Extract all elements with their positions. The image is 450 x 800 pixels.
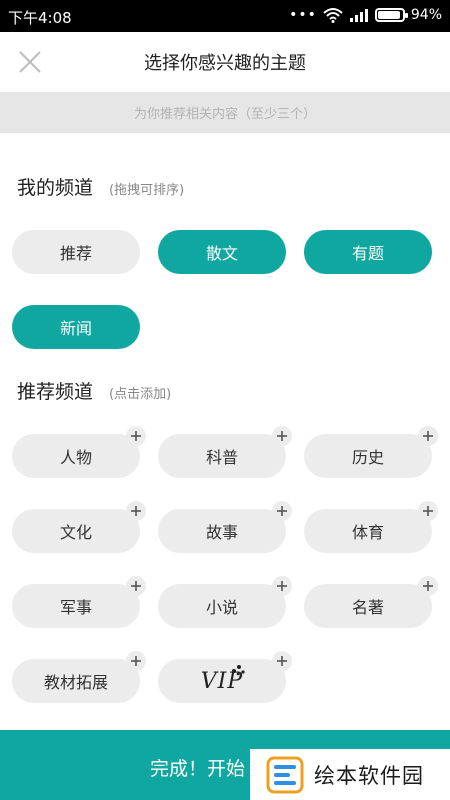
add-icon[interactable] xyxy=(126,651,146,671)
chip-label: 科普 xyxy=(205,448,238,467)
my-channels-heading: 我的频道 (拖拽可排序) xyxy=(17,173,184,200)
watermark-logo-icon xyxy=(266,756,304,793)
chip-label: 推荐 xyxy=(59,244,92,263)
finish-start-label: 完成！开始 xyxy=(150,758,246,780)
my-channel-chip[interactable]: 散文 xyxy=(158,230,286,274)
chip-label: 人物 xyxy=(59,448,92,467)
chip-label: 军事 xyxy=(59,598,92,617)
status-time: 下午4:08 xyxy=(8,9,72,27)
add-icon[interactable] xyxy=(418,501,438,521)
subtitle-bar: 为你推荐相关内容（至少三个） xyxy=(0,92,450,133)
subtitle-text: 为你推荐相关内容（至少三个） xyxy=(133,107,316,122)
my-channel-chip[interactable]: 有题 xyxy=(304,230,432,274)
recommended-channels-heading: 推荐频道 (点击添加) xyxy=(17,377,171,404)
recommended-channel-chip[interactable]: 名著 xyxy=(304,576,438,628)
recommended-channel-chip[interactable]: 教材拓展 xyxy=(12,651,146,703)
add-icon[interactable] xyxy=(418,576,438,596)
my-channel-chip[interactable]: 推荐 xyxy=(12,230,140,274)
my-channels-hint: (拖拽可排序) xyxy=(109,183,185,198)
status-bar: 下午4:08 ••• 94% xyxy=(0,0,450,32)
sparkle-icon xyxy=(232,665,245,676)
recommended-channel-chip[interactable]: 军事 xyxy=(12,576,146,628)
recommended-channel-chip[interactable]: 故事 xyxy=(158,501,292,553)
battery-level xyxy=(377,11,401,19)
header: 选择你感兴趣的主题 xyxy=(0,32,450,92)
page-title: 选择你感兴趣的主题 xyxy=(144,53,306,74)
chip-label: 散文 xyxy=(205,244,238,263)
recommended-channel-chip[interactable]: 历史 xyxy=(304,426,438,478)
add-icon[interactable] xyxy=(126,501,146,521)
recommended-channels-title: 推荐频道 xyxy=(17,381,94,403)
chip-label: 新闻 xyxy=(59,319,92,338)
add-icon[interactable] xyxy=(126,576,146,596)
add-icon[interactable] xyxy=(418,426,438,446)
recommended-channel-chip[interactable]: 人物 xyxy=(12,426,146,478)
recommended-channel-chip[interactable]: 小说 xyxy=(158,576,292,628)
add-icon[interactable] xyxy=(272,651,292,671)
my-channel-chip[interactable]: 新闻 xyxy=(12,305,140,349)
status-indicators: ••• 94% xyxy=(289,7,442,23)
battery-percent: 94% xyxy=(410,7,442,23)
chip-label: 历史 xyxy=(351,448,384,467)
recommended-channel-chip[interactable]: 文化 xyxy=(12,501,146,553)
watermark: 绘本软件园 xyxy=(250,749,450,800)
chip-label: 名著 xyxy=(351,598,384,617)
add-icon[interactable] xyxy=(126,426,146,446)
recommended-channel-chip[interactable]: 科普 xyxy=(158,426,292,478)
add-icon[interactable] xyxy=(272,576,292,596)
chip-label: 文化 xyxy=(59,523,92,542)
signal-icon xyxy=(349,9,368,22)
add-icon[interactable] xyxy=(272,501,292,521)
wifi-icon xyxy=(323,8,343,23)
recommended-channels-hint: (点击添加) xyxy=(109,387,172,402)
battery-icon xyxy=(374,8,408,22)
more-dots-icon: ••• xyxy=(289,7,317,23)
watermark-text: 绘本软件园 xyxy=(314,763,424,788)
chip-label: 体育 xyxy=(351,523,384,542)
chip-label: 故事 xyxy=(205,523,238,542)
recommended-channel-chip[interactable]: 体育 xyxy=(304,501,438,553)
vip-channel-chip[interactable]: VIP xyxy=(158,651,292,703)
my-channels-title: 我的频道 xyxy=(17,177,94,199)
chip-label: 教材拓展 xyxy=(43,673,108,692)
chip-label: 有题 xyxy=(351,244,384,263)
chip-label: 小说 xyxy=(205,598,238,617)
add-icon[interactable] xyxy=(272,426,292,446)
